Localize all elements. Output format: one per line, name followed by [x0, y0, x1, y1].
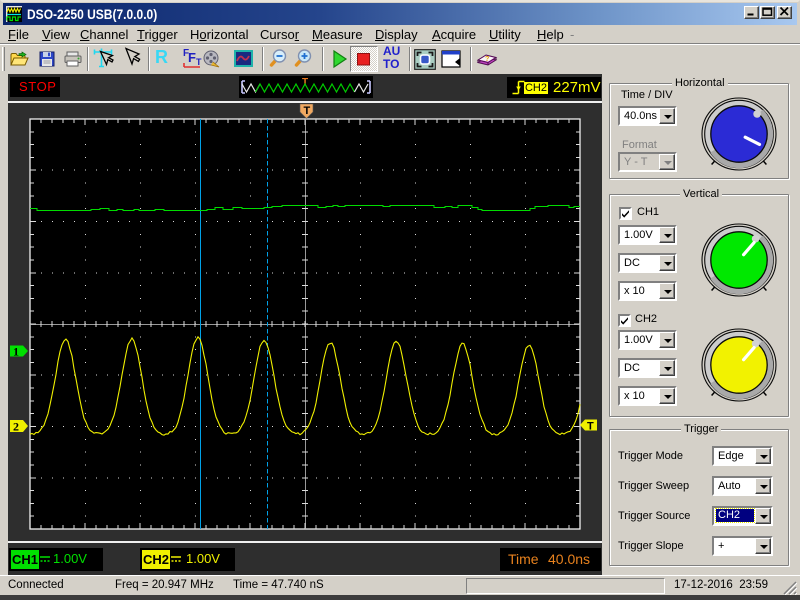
svg-text:?: ?: [485, 56, 489, 63]
svg-text:F: F: [188, 50, 196, 65]
svg-text:T: T: [587, 421, 594, 433]
svg-text:2: 2: [13, 420, 19, 434]
svg-text:1: 1: [13, 345, 19, 359]
svg-text:T: T: [302, 77, 308, 88]
svg-text:T: T: [304, 105, 311, 117]
